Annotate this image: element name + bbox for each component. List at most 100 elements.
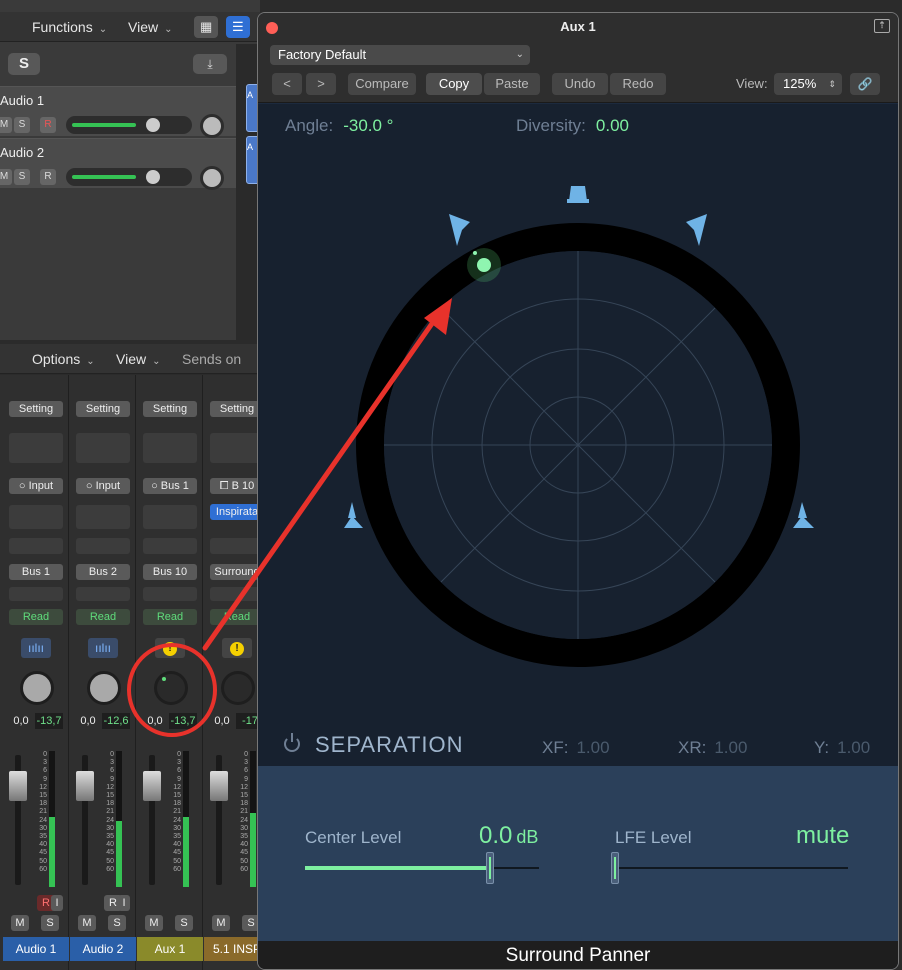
pan-knob[interactable] [87, 671, 121, 705]
next-preset-button[interactable]: > [306, 73, 336, 95]
lfe-level-thumb[interactable] [611, 852, 619, 884]
right-speaker-icon[interactable] [686, 214, 707, 246]
strip-name[interactable]: Audio 1 [3, 937, 69, 961]
eq-display[interactable] [76, 433, 130, 463]
pan-knob[interactable] [200, 114, 224, 138]
eq-display[interactable] [9, 433, 63, 463]
lfe-level-value[interactable]: mute [796, 822, 849, 850]
send-slot[interactable] [143, 538, 197, 554]
expand-icon[interactable]: ⇡ [874, 19, 890, 33]
insert-slot[interactable] [143, 505, 197, 529]
paste-button[interactable]: Paste [484, 73, 540, 95]
output-button[interactable]: Bus 1 [9, 564, 63, 580]
mute-button[interactable]: M [212, 915, 230, 931]
volume-fader[interactable] [210, 771, 228, 801]
waveform-icon[interactable]: ıılıı [88, 638, 118, 658]
center-level-readout[interactable]: 0.0 dB [479, 822, 538, 850]
group-slot[interactable] [210, 587, 264, 601]
send-slot[interactable] [210, 538, 264, 554]
group-slot[interactable] [143, 587, 197, 601]
setting-button[interactable]: Setting [210, 401, 264, 417]
mute-button[interactable]: M [11, 915, 29, 931]
center-speaker-icon[interactable] [567, 186, 589, 203]
mute-button[interactable]: M [78, 915, 96, 931]
input-button[interactable]: ○ Bus 1 [143, 478, 197, 494]
compare-button[interactable]: Compare [348, 73, 416, 95]
input-monitor-button[interactable]: I [118, 895, 130, 911]
input-monitor-button[interactable]: I [51, 895, 63, 911]
mute-button[interactable]: M [0, 117, 12, 133]
automation-read-button[interactable]: Read [9, 609, 63, 625]
input-button[interactable]: ○ Input [76, 478, 130, 494]
xf-value[interactable]: 1.00 [576, 738, 609, 757]
zoom-select[interactable]: 125% ⇕ [774, 73, 842, 95]
volume-slider[interactable] [66, 168, 192, 186]
left-surround-speaker-icon[interactable] [344, 502, 363, 528]
volume-fader[interactable] [9, 771, 27, 801]
download-icon[interactable]: ⤓ [193, 54, 227, 74]
volume-fader[interactable] [76, 771, 94, 801]
solo-button[interactable]: S [14, 169, 30, 185]
list-view-icon[interactable]: ☰ [226, 16, 250, 38]
redo-button[interactable]: Redo [610, 73, 666, 95]
automation-read-button[interactable]: Read [210, 609, 264, 625]
lfe-level-track[interactable] [613, 867, 848, 869]
output-button[interactable]: Bus 2 [76, 564, 130, 580]
setting-button[interactable]: Setting [76, 401, 130, 417]
insert-slot[interactable] [76, 505, 130, 529]
track-row[interactable]: Audio 1 M S R [0, 86, 236, 138]
track-row[interactable]: Audio 2 M S R [0, 138, 236, 190]
volume-slider[interactable] [66, 116, 192, 134]
automation-read-button[interactable]: Read [143, 609, 197, 625]
y-value[interactable]: 1.00 [837, 738, 870, 757]
volume-fader[interactable] [143, 771, 161, 801]
strip-name[interactable]: Audio 2 [70, 937, 136, 961]
eq-display[interactable] [143, 433, 197, 463]
center-level-thumb[interactable] [486, 852, 494, 884]
solo-button[interactable]: S [8, 53, 40, 75]
link-icon[interactable]: 🔗 [850, 73, 880, 95]
functions-menu[interactable]: Functions ⌄ [24, 16, 115, 38]
pan-knob[interactable] [200, 166, 224, 190]
waveform-icon[interactable]: ıılıı [21, 638, 51, 658]
sends-on-faders-button[interactable]: Sends on Fa [174, 348, 260, 389]
surround-pan-knob[interactable] [221, 671, 255, 705]
power-icon[interactable] [284, 733, 300, 752]
solo-button[interactable]: S [108, 915, 126, 931]
mute-button[interactable]: M [145, 915, 163, 931]
view-menu[interactable]: View ⌄ [120, 16, 180, 38]
output-button[interactable]: Surround [210, 564, 264, 580]
xr-value[interactable]: 1.00 [714, 738, 747, 757]
strip-name[interactable]: Aux 1 [137, 937, 203, 961]
volume-thumb[interactable] [146, 118, 160, 132]
send-slot[interactable] [9, 538, 63, 554]
close-icon[interactable] [266, 22, 278, 34]
solo-button[interactable]: S [41, 915, 59, 931]
undo-button[interactable]: Undo [552, 73, 608, 95]
insert-plugin-button[interactable]: Inspirata [210, 504, 264, 520]
insert-slot[interactable] [9, 505, 63, 529]
surround-field[interactable] [258, 104, 898, 724]
automation-read-button[interactable]: Read [76, 609, 130, 625]
input-button[interactable]: ○ Input [9, 478, 63, 494]
grid-view-icon[interactable]: ▦ [194, 16, 219, 38]
group-slot[interactable] [76, 587, 130, 601]
setting-button[interactable]: Setting [143, 401, 197, 417]
record-button[interactable]: R [40, 169, 56, 185]
right-surround-speaker-icon[interactable] [793, 502, 814, 528]
surround-pan-knob[interactable] [154, 671, 188, 705]
pan-puck[interactable] [477, 258, 491, 272]
record-button[interactable]: R [40, 117, 56, 133]
output-button[interactable]: Bus 10 [143, 564, 197, 580]
group-slot[interactable] [9, 587, 63, 601]
setting-button[interactable]: Setting [9, 401, 63, 417]
input-button[interactable]: ⧠ B 10 [210, 478, 264, 494]
pan-knob[interactable] [20, 671, 54, 705]
previous-preset-button[interactable]: < [272, 73, 302, 95]
mixer-view-menu[interactable]: View ⌄ [108, 348, 168, 370]
left-speaker-icon[interactable] [449, 214, 470, 246]
mute-button[interactable]: M [0, 169, 12, 185]
copy-button[interactable]: Copy [426, 73, 482, 95]
diversity-handle[interactable] [473, 251, 477, 255]
surround-pan-icon[interactable]: ! [222, 638, 252, 658]
